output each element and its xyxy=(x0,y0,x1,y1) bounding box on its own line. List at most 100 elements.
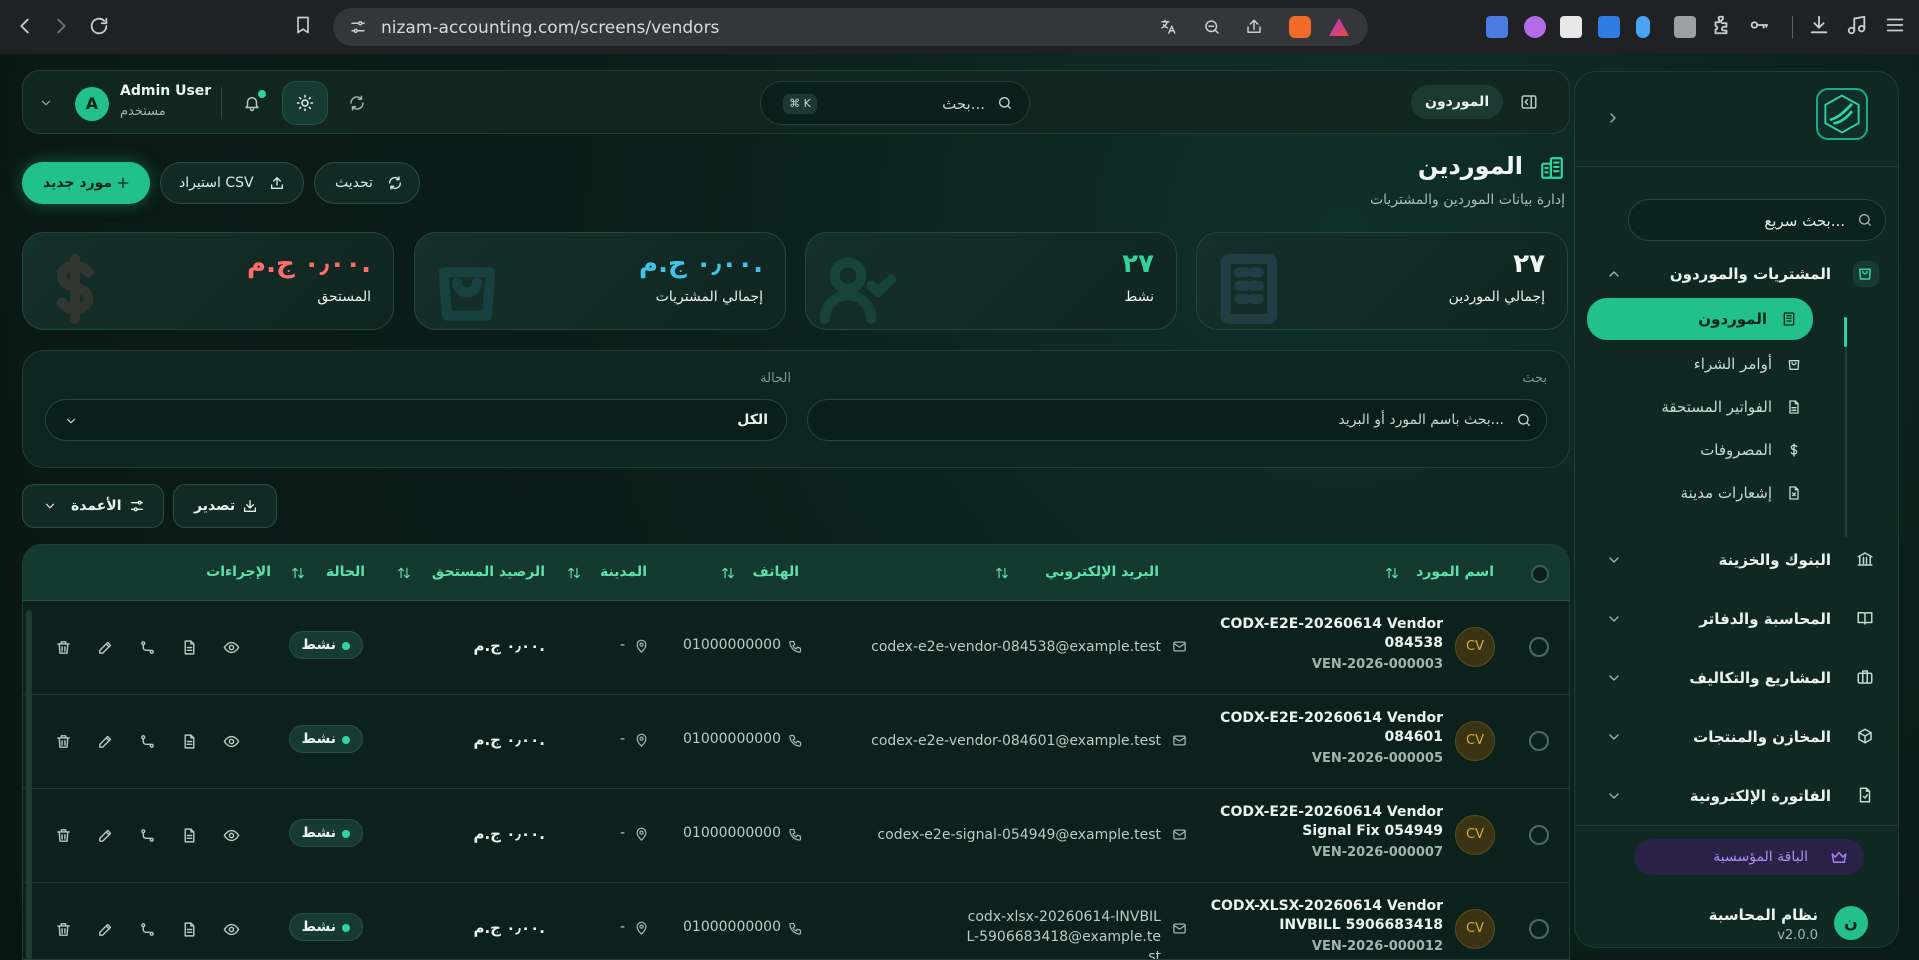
media-icon[interactable] xyxy=(1846,14,1868,36)
column-email[interactable]: البريد الإلكتروني xyxy=(1045,564,1159,580)
sidebar-item-expenses[interactable]: المصروفات xyxy=(1592,432,1818,468)
route-icon[interactable] xyxy=(139,733,156,750)
eye-icon[interactable] xyxy=(223,921,240,938)
extension-t-icon[interactable] xyxy=(1560,16,1582,38)
download-icon[interactable] xyxy=(1808,14,1830,36)
table-row[interactable]: CV CODX-XLSX-20260614 Vendor INVBILL 590… xyxy=(23,883,1569,959)
column-status[interactable]: الحالة xyxy=(326,564,365,580)
import-csv-button[interactable]: استيراد CSV xyxy=(160,162,304,204)
sort-icon[interactable] xyxy=(291,566,305,580)
route-icon[interactable] xyxy=(139,827,156,844)
url-text[interactable]: nizam-accounting.com/screens/vendors xyxy=(381,18,719,38)
vendor-name[interactable]: CODX-E2E-20260614 Vendor 084538 xyxy=(1183,615,1443,653)
sidebar-group-e-invoice[interactable]: الفاتورة الإلكترونية xyxy=(1573,777,1898,817)
sidebar-toggle-icon[interactable] xyxy=(1520,93,1538,111)
row-checkbox[interactable] xyxy=(1529,731,1549,751)
row-checkbox[interactable] xyxy=(1529,919,1549,939)
plan-badge[interactable]: الباقة المؤسسية xyxy=(1634,839,1864,875)
extension-lr-icon[interactable] xyxy=(1524,16,1546,38)
extension-blue-icon[interactable] xyxy=(1598,16,1620,38)
edit-icon[interactable] xyxy=(97,827,114,844)
table-row[interactable]: CV CODX-E2E-20260614 Vendor 084601 VEN-2… xyxy=(23,695,1569,789)
brave-shield-icon[interactable] xyxy=(1289,16,1311,38)
bookmark-icon[interactable] xyxy=(293,15,313,35)
stat-card-active: ٢٧ نشط xyxy=(805,232,1177,330)
vendor-name[interactable]: CODX-E2E-20260614 Vendor 084601 xyxy=(1183,709,1443,747)
column-phone[interactable]: الهاتف xyxy=(753,564,799,580)
edit-icon[interactable] xyxy=(97,733,114,750)
status-select[interactable]: الكل xyxy=(45,399,787,441)
table-scrollbar[interactable] xyxy=(26,610,32,960)
export-button[interactable]: تصدير xyxy=(173,484,277,528)
edit-icon[interactable] xyxy=(97,639,114,656)
user-name[interactable]: Admin User xyxy=(120,83,211,99)
route-icon[interactable] xyxy=(139,921,156,938)
vendor-name[interactable]: CODX-XLSX-20260614 Vendor INVBILL 590668… xyxy=(1183,897,1443,935)
select-all-checkbox[interactable] xyxy=(1531,565,1549,583)
sidebar-item-purchase-orders[interactable]: أوامر الشراء xyxy=(1592,346,1818,382)
sidebar-item-debit-notes[interactable]: إشعارات مدينة xyxy=(1592,475,1818,511)
document-icon[interactable] xyxy=(181,639,198,656)
column-balance[interactable]: الرصيد المستحق xyxy=(432,564,545,580)
sidebar-collapse-icon[interactable] xyxy=(1605,110,1621,126)
sidebar-item-vendors[interactable]: الموردون xyxy=(1587,298,1813,340)
eye-icon[interactable] xyxy=(223,827,240,844)
translate-icon[interactable] xyxy=(1159,18,1177,36)
document-icon[interactable] xyxy=(181,827,198,844)
trash-icon[interactable] xyxy=(55,921,72,938)
sidebar-group-banks[interactable]: البنوك والخزينة xyxy=(1573,541,1898,581)
trash-icon[interactable] xyxy=(55,733,72,750)
zoom-out-icon[interactable] xyxy=(1203,18,1221,36)
theme-toggle-button[interactable] xyxy=(282,81,328,125)
forward-icon[interactable] xyxy=(50,15,72,37)
sort-icon[interactable] xyxy=(995,566,1009,580)
sidebar-group-accounting[interactable]: المحاسبة والدفاتر xyxy=(1573,600,1898,640)
column-vendor-name[interactable]: اسم المورد xyxy=(1416,564,1494,580)
sidebar-group-projects[interactable]: المشاريع والتكاليف xyxy=(1573,659,1898,699)
global-search-input[interactable]: ⌘ K بحث... xyxy=(760,81,1030,125)
edit-icon[interactable] xyxy=(97,921,114,938)
app-logo[interactable] xyxy=(1816,88,1868,140)
sidebar-group-inventory[interactable]: المخازن والمنتجات xyxy=(1573,718,1898,758)
password-key-icon[interactable] xyxy=(1748,14,1770,36)
extension-mouse-icon[interactable] xyxy=(1636,16,1650,38)
sidebar-item-payable-bills[interactable]: الفواتير المستحقة xyxy=(1592,389,1818,425)
columns-button[interactable]: الأعمدة xyxy=(22,484,164,528)
extension-translate-icon[interactable] xyxy=(1486,16,1508,38)
user-menu-chevron-icon[interactable] xyxy=(39,96,53,110)
extension-camera-icon[interactable] xyxy=(1674,16,1696,38)
vendor-search-input[interactable]: بحث باسم المورد أو البريد... xyxy=(807,399,1547,441)
site-settings-icon[interactable] xyxy=(349,18,367,36)
avatar[interactable]: A xyxy=(75,87,109,121)
vendor-name[interactable]: CODX-E2E-20260614 Vendor Signal Fix 0549… xyxy=(1183,803,1443,841)
row-checkbox[interactable] xyxy=(1529,637,1549,657)
new-vendor-button[interactable]: مورد جديد xyxy=(22,162,150,204)
brave-rewards-icon[interactable] xyxy=(1329,18,1349,36)
address-bar[interactable]: nizam-accounting.com/screens/vendors xyxy=(333,8,1368,46)
sort-icon[interactable] xyxy=(1385,566,1399,580)
sort-icon[interactable] xyxy=(397,566,411,580)
menu-icon[interactable] xyxy=(1884,14,1906,36)
extensions-puzzle-icon[interactable] xyxy=(1710,14,1732,36)
share-icon[interactable] xyxy=(1245,18,1263,36)
sort-icon[interactable] xyxy=(721,566,735,580)
refresh-icon[interactable] xyxy=(348,94,366,112)
back-icon[interactable] xyxy=(14,15,36,37)
eye-icon[interactable] xyxy=(223,639,240,656)
refresh-button[interactable]: تحديث xyxy=(314,162,420,204)
reload-icon[interactable] xyxy=(88,15,110,37)
sidebar-group-purchasing[interactable]: المشتريات والموردون xyxy=(1573,255,1898,295)
document-icon[interactable] xyxy=(181,733,198,750)
row-checkbox[interactable] xyxy=(1529,825,1549,845)
sidebar-search-input[interactable]: بحث سريع... xyxy=(1628,199,1886,241)
table-row[interactable]: CV CODX-E2E-20260614 Vendor 084538 VEN-2… xyxy=(23,601,1569,695)
table-row[interactable]: CV CODX-E2E-20260614 Vendor Signal Fix 0… xyxy=(23,789,1569,883)
trash-icon[interactable] xyxy=(55,639,72,656)
eye-icon[interactable] xyxy=(223,733,240,750)
document-icon[interactable] xyxy=(181,921,198,938)
trash-icon[interactable] xyxy=(55,827,72,844)
route-icon[interactable] xyxy=(139,639,156,656)
breadcrumb[interactable]: الموردون xyxy=(1411,85,1504,119)
sort-icon[interactable] xyxy=(567,566,581,580)
column-city[interactable]: المدينة xyxy=(600,564,647,580)
